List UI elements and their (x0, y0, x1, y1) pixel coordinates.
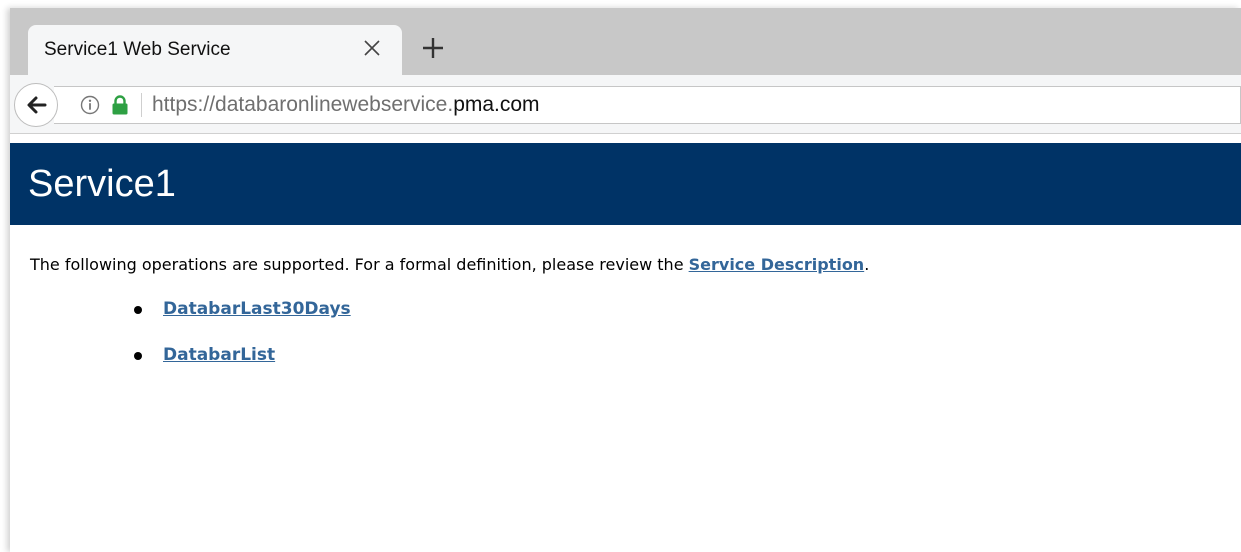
back-arrow-icon (27, 96, 47, 114)
bullet (134, 306, 142, 314)
url-divider (141, 93, 142, 117)
operation-link-databarlist[interactable]: DatabarList (163, 345, 275, 365)
back-button[interactable] (14, 83, 58, 127)
info-icon[interactable] (80, 95, 100, 119)
tab-strip: Service1 Web Service (10, 8, 1241, 75)
tab-title: Service1 Web Service (44, 39, 231, 60)
url-prefix: https://databaronlinewebservice. (152, 93, 454, 116)
url-domain: pma.com (453, 93, 540, 116)
navigation-bar: https://databaronlinewebservice.pma.com (10, 75, 1241, 134)
address-bar[interactable]: https://databaronlinewebservice.pma.com (54, 86, 1241, 124)
bullet (134, 352, 142, 360)
operation-link-databarlast30days[interactable]: DatabarLast30Days (163, 299, 351, 319)
page-title: Service1 (28, 163, 176, 205)
browser-window: Service1 Web Service https://databaronli… (10, 8, 1241, 552)
url-text[interactable]: https://databaronlinewebservice.pma.com (152, 93, 540, 117)
intro-paragraph: The following operations are supported. … (30, 255, 869, 274)
service-description-link[interactable]: Service Description (689, 255, 865, 274)
plus-icon[interactable] (420, 35, 446, 61)
close-icon[interactable] (360, 36, 384, 60)
tab-service1[interactable]: Service1 Web Service (28, 25, 402, 75)
heading-band: Service1 (10, 143, 1241, 225)
lock-icon[interactable] (111, 94, 129, 120)
intro-text: The following operations are supported. … (30, 255, 689, 274)
intro-end: . (864, 255, 870, 274)
